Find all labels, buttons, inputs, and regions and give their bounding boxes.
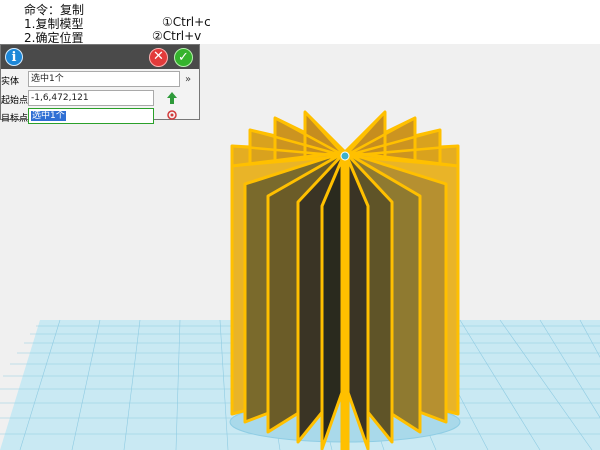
step-2-shortcut: ②Ctrl+v bbox=[152, 29, 202, 43]
start-point-label: 起始点 bbox=[1, 96, 29, 106]
close-icon[interactable]: ✕ bbox=[149, 48, 168, 67]
entity-label: 实体 bbox=[1, 77, 20, 87]
info-icon[interactable]: i bbox=[5, 48, 23, 66]
pick-point-icon[interactable] bbox=[167, 92, 177, 104]
chevron-double-down-icon[interactable]: » bbox=[181, 73, 195, 87]
instruction-area: 命令：复制 1.复制模型 ①Ctrl+c 2.确定位置 ②Ctrl+v bbox=[0, 0, 600, 45]
target-point-selected-text: 选中1个 bbox=[31, 111, 66, 121]
copy-command-panel: i ✕ ✓ 实体 选中1个 » 起始点 -1,6,472,121 目标点 选中1… bbox=[0, 44, 200, 124]
step-1-shortcut: ①Ctrl+c bbox=[162, 15, 211, 29]
target-point-input[interactable]: 选中1个 bbox=[28, 108, 154, 124]
panel-titlebar: i ✕ ✓ bbox=[1, 45, 199, 69]
target-point-label: 目标点 bbox=[1, 114, 29, 124]
origin-point-marker[interactable] bbox=[340, 151, 350, 161]
check-icon[interactable]: ✓ bbox=[174, 48, 193, 67]
target-point-icon[interactable] bbox=[167, 110, 177, 120]
start-point-input[interactable]: -1,6,472,121 bbox=[28, 90, 154, 106]
entity-field[interactable]: 选中1个 bbox=[28, 71, 180, 87]
